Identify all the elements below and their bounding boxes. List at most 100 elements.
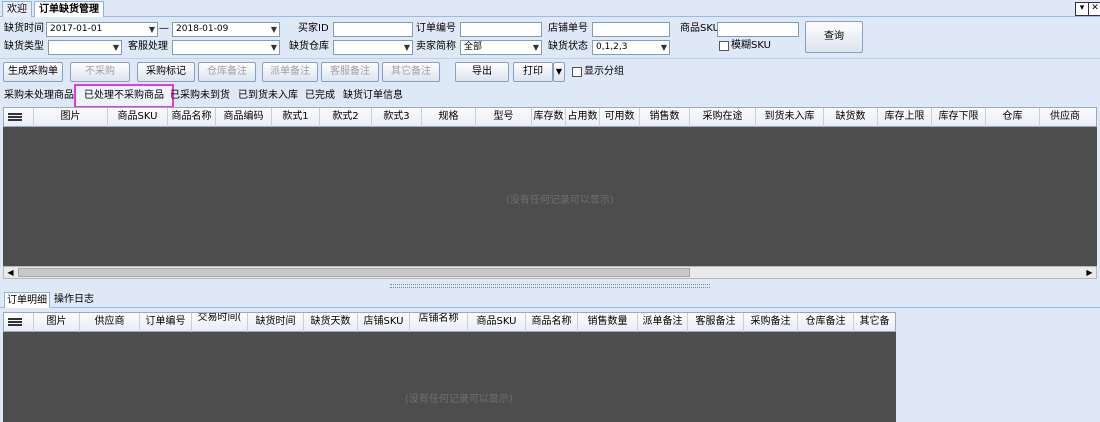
- seller-label: 卖家简称: [416, 41, 456, 52]
- main-col-header[interactable]: 库存上限: [878, 108, 932, 127]
- main-col-header[interactable]: 规格: [422, 108, 476, 127]
- column-menu-button[interactable]: [4, 108, 34, 127]
- query-button[interactable]: 查询: [805, 21, 863, 53]
- chevron-down-icon: ▼: [660, 43, 667, 52]
- buyer-id-label: 买家ID: [298, 23, 329, 34]
- detail-col-header[interactable]: 销售数量: [578, 313, 638, 332]
- detail-col-header[interactable]: 商品名称: [526, 313, 578, 332]
- main-col-header[interactable]: 商品名称: [168, 108, 216, 127]
- detail-col-header[interactable]: 供应商: [80, 313, 140, 332]
- splitter-handle[interactable]: [390, 284, 710, 288]
- purchase-mark-button[interactable]: 采购标记: [137, 62, 195, 82]
- detail-grid-body: (没有任何记录可以显示): [3, 332, 896, 422]
- status-value: 0,1,2,3: [596, 42, 628, 52]
- detail-col-header[interactable]: 缺货时间: [248, 313, 304, 332]
- main-grid-scrollbar[interactable]: ◀ ▶: [3, 266, 1097, 279]
- main-col-header[interactable]: 型号: [476, 108, 532, 127]
- main-col-header[interactable]: 销售数: [640, 108, 690, 127]
- no-purchase-button[interactable]: 不采购: [70, 62, 130, 82]
- window-close-button[interactable]: ✕: [1088, 2, 1100, 16]
- main-col-header[interactable]: 商品SKU: [108, 108, 168, 127]
- detail-col-header[interactable]: 订单编号: [140, 313, 192, 332]
- warehouse-select[interactable]: ▼: [333, 40, 413, 55]
- main-col-header[interactable]: 图片: [34, 108, 108, 127]
- main-col-header[interactable]: 供应商: [1040, 108, 1090, 127]
- main-col-header[interactable]: 库存数: [532, 108, 566, 127]
- detail-col-header[interactable]: 其它备: [854, 313, 895, 332]
- warehouse-note-button[interactable]: 仓库备注: [198, 62, 256, 82]
- other-note-button[interactable]: 其它备注: [382, 62, 440, 82]
- main-grid-empty-text: (没有任何记录可以显示): [506, 195, 614, 206]
- tab-processed-no-purchase[interactable]: 已处理不采购商品: [74, 84, 174, 108]
- tab-order-detail[interactable]: 订单明细: [4, 292, 50, 308]
- tab-welcome[interactable]: 欢迎: [2, 1, 32, 18]
- seller-select[interactable]: 全部 ▼: [460, 40, 542, 55]
- detail-col-header[interactable]: 缺货天数: [304, 313, 358, 332]
- main-col-header[interactable]: 占用数: [566, 108, 600, 127]
- scroll-left-icon[interactable]: ◀: [4, 267, 17, 278]
- detail-col-header[interactable]: 店铺名称: [410, 313, 468, 332]
- main-col-header[interactable]: 缺货数: [824, 108, 878, 127]
- main-col-header[interactable]: 仓库: [986, 108, 1040, 127]
- sku-input[interactable]: [717, 22, 799, 37]
- detail-col-header[interactable]: 客服备注: [688, 313, 744, 332]
- sku-label: 商品SKU: [680, 23, 720, 34]
- detail-grid-empty-text: (没有任何记录可以显示): [405, 394, 513, 405]
- detail-col-header[interactable]: 店铺SKU: [358, 313, 410, 332]
- tab-unprocessed[interactable]: 采购未处理商品: [4, 88, 74, 104]
- status-label: 缺货状态: [548, 41, 588, 52]
- buyer-id-input[interactable]: [333, 22, 413, 37]
- status-select[interactable]: 0,1,2,3 ▼: [592, 40, 670, 55]
- main-col-header[interactable]: 款式2: [320, 108, 372, 127]
- top-tab-bar: 欢迎 订单缺货管理 ▾ ✕: [0, 0, 1100, 18]
- scroll-right-icon[interactable]: ▶: [1083, 267, 1096, 278]
- order-no-input[interactable]: [460, 22, 542, 37]
- status-tab-bar: 采购未处理商品 已处理不采购商品 已采购未到货 已到货未入库 已完成 缺货订单信…: [0, 84, 1100, 108]
- generate-po-button[interactable]: 生成采购单: [3, 62, 63, 82]
- tab-arrived-not-stocked[interactable]: 已到货未入库: [238, 88, 298, 104]
- main-col-header[interactable]: 商品编码: [216, 108, 272, 127]
- tab-order-shortage[interactable]: 订单缺货管理: [34, 1, 104, 18]
- main-col-header[interactable]: 采购在途: [690, 108, 756, 127]
- export-button[interactable]: 导出: [455, 62, 509, 82]
- print-dropdown-chevron-icon[interactable]: ▼: [553, 62, 565, 82]
- main-col-header[interactable]: 库存下限: [932, 108, 986, 127]
- warehouse-label: 缺货仓库: [289, 41, 329, 52]
- main-col-header[interactable]: 款式1: [272, 108, 320, 127]
- main-grid-header: 图片 商品SKU 商品名称 商品编码 款式1 款式2 款式3 规格 型号 库存数…: [3, 107, 1097, 127]
- main-col-header[interactable]: 可用数: [600, 108, 640, 127]
- main-col-header[interactable]: 到货未入库: [756, 108, 824, 127]
- menu-icon: [8, 318, 22, 326]
- tab-completed[interactable]: 已完成: [305, 88, 335, 104]
- chevron-down-icon: ▼: [112, 43, 119, 52]
- shortage-type-select[interactable]: ▼: [48, 40, 122, 55]
- scrollbar-thumb[interactable]: [18, 268, 690, 277]
- window-menu-button[interactable]: ▾: [1075, 2, 1089, 16]
- detail-col-header[interactable]: 派单备注: [638, 313, 688, 332]
- detail-col-header[interactable]: 交易时间(: [192, 313, 248, 332]
- filter-panel: 缺货时间 2017-01-01 ▼ — 2018-01-09 ▼ 买家ID 订单编号…: [0, 17, 1100, 57]
- tab-shortage-order-info[interactable]: 缺货订单信息: [343, 88, 403, 104]
- fuzzy-sku-checkbox[interactable]: [719, 41, 729, 51]
- shop-no-label: 店铺单号: [548, 23, 588, 34]
- cs-note-button[interactable]: 客服备注: [321, 62, 379, 82]
- cs-select[interactable]: ▼: [172, 40, 280, 55]
- detail-col-header[interactable]: 仓库备注: [798, 313, 854, 332]
- chevron-down-icon: ▼: [403, 43, 410, 52]
- detail-col-header[interactable]: 图片: [34, 313, 80, 332]
- tab-purchased-not-arrived[interactable]: 已采购未到货: [170, 88, 230, 104]
- main-col-header[interactable]: 款式3: [372, 108, 422, 127]
- dispatch-note-button[interactable]: 派单备注: [262, 62, 318, 82]
- date-to-picker[interactable]: 2018-01-09 ▼: [172, 22, 280, 37]
- detail-col-header[interactable]: 采购备注: [744, 313, 798, 332]
- show-group-label: 显示分组: [584, 66, 624, 77]
- print-button[interactable]: 打印: [513, 62, 553, 82]
- shop-no-input[interactable]: [592, 22, 670, 37]
- tab-operation-log[interactable]: 操作日志: [54, 292, 94, 307]
- detail-column-menu-button[interactable]: [4, 313, 34, 332]
- date-separator: —: [159, 23, 169, 34]
- detail-tab-bar: 订单明细 操作日志: [0, 292, 1100, 308]
- detail-col-header[interactable]: 商品SKU: [468, 313, 526, 332]
- show-group-checkbox[interactable]: [572, 67, 582, 77]
- date-from-picker[interactable]: 2017-01-01 ▼: [46, 22, 158, 37]
